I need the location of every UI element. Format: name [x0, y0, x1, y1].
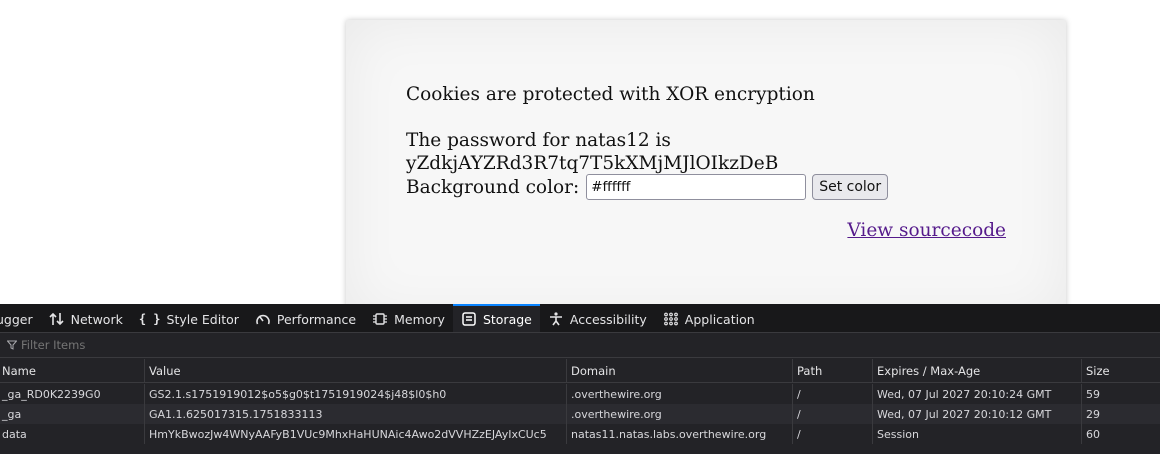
accessibility-person-icon — [549, 312, 562, 326]
filter-funnel-icon — [7, 340, 17, 350]
page-heading: Cookies are protected with XOR encryptio… — [406, 84, 815, 105]
tab-memory[interactable]: Memory — [364, 304, 453, 332]
memory-chip-icon — [373, 313, 388, 325]
tab-label: Application — [684, 311, 755, 327]
column-header-domain[interactable]: Domain — [567, 359, 793, 382]
bg-color-input[interactable] — [586, 174, 807, 200]
column-header-name[interactable]: Name — [0, 359, 145, 382]
tab-label: Memory — [394, 311, 445, 327]
web-page-viewport: Cookies are protected with XOR encryptio… — [0, 0, 1160, 304]
cell-expires: Session — [873, 424, 1082, 444]
table-row[interactable]: _ga GA1.1.625017315.1751833113 .overthew… — [0, 404, 1160, 424]
table-header-row: Name Value Domain Path Expires / Max-Age… — [0, 359, 1160, 383]
content-text: Cookies are protected with XOR encryptio… — [406, 83, 1006, 175]
cell-expires: Wed, 07 Jul 2027 20:10:12 GMT — [873, 404, 1082, 424]
tab-label: ugger — [0, 311, 33, 327]
cell-path: / — [793, 424, 873, 444]
filter-items-input[interactable] — [21, 338, 321, 352]
network-arrows-icon — [49, 312, 64, 326]
bg-color-label: Background color: — [406, 176, 580, 198]
cell-value: HmYkBwozJw4WNyAAFyB1VUc9MhxHaHUNAic4Awo2… — [145, 424, 567, 444]
cell-domain: natas11.natas.labs.overthewire.org — [567, 424, 793, 444]
tab-label: Storage — [482, 311, 532, 327]
set-color-button[interactable]: Set color — [812, 174, 889, 200]
table-row[interactable]: data HmYkBwozJw4WNyAAFyB1VUc9MhxHaHUNAic… — [0, 424, 1160, 444]
cookies-table: Name Value Domain Path Expires / Max-Age… — [0, 359, 1160, 444]
application-grid-icon — [663, 312, 678, 326]
password-label: The password for natas12 is — [406, 130, 671, 151]
tab-label: Style Editor — [166, 311, 239, 327]
cell-name: _ga_RD0K2239G0 — [0, 384, 145, 404]
column-header-expires[interactable]: Expires / Max-Age — [873, 359, 1082, 382]
style-editor-braces-icon: { } — [138, 312, 161, 326]
cell-size: 60 — [1086, 427, 1100, 441]
tab-label: Accessibility — [569, 311, 647, 327]
password-value: yZdkjAYZRd3R7tq7T5kXMjMJlOIkzDeB — [406, 153, 779, 174]
cell-name: _ga — [0, 404, 145, 424]
tab-storage[interactable]: Storage — [452, 304, 540, 332]
table-row[interactable]: _ga_RD0K2239G0 GS2.1.s1751919012$o5$g0$t… — [0, 384, 1160, 404]
bg-color-form: Background color: Set color — [406, 174, 889, 200]
tab-application[interactable]: Application — [655, 304, 763, 332]
cell-size: 29 — [1086, 407, 1100, 421]
tab-label: Performance — [276, 311, 357, 327]
devtools-tabbar: ugger Network { } Style Editor Performan… — [0, 304, 1160, 333]
tab-style-editor[interactable]: { } Style Editor — [131, 304, 247, 332]
tab-network[interactable]: Network — [41, 304, 131, 332]
cell-name: data — [0, 424, 145, 444]
column-header-size[interactable]: Size — [1082, 359, 1160, 382]
cell-domain: .overthewire.org — [567, 404, 793, 424]
tab-accessibility[interactable]: Accessibility — [540, 304, 655, 332]
table-body: _ga_RD0K2239G0 GS2.1.s1751919012$o5$g0$t… — [0, 383, 1160, 444]
view-sourcecode-link[interactable]: View sourcecode — [847, 220, 1006, 241]
cell-path: / — [793, 404, 873, 424]
tab-debugger[interactable]: ugger — [0, 304, 41, 332]
cell-path: / — [793, 384, 873, 404]
performance-gauge-icon — [256, 314, 270, 325]
cell-value: GS2.1.s1751919012$o5$g0$t1751919024$j48$… — [145, 384, 567, 404]
column-header-value[interactable]: Value — [145, 359, 567, 382]
storage-icon — [462, 312, 476, 326]
column-header-path[interactable]: Path — [793, 359, 873, 382]
devtools-panel: ugger Network { } Style Editor Performan… — [0, 304, 1160, 454]
cell-size: 59 — [1086, 387, 1100, 401]
cell-expires: Wed, 07 Jul 2027 20:10:24 GMT — [873, 384, 1082, 404]
filter-bar — [0, 333, 1160, 358]
tab-performance[interactable]: Performance — [247, 304, 364, 332]
tab-label: Network — [70, 311, 123, 327]
cell-domain: .overthewire.org — [567, 384, 793, 404]
cell-value: GA1.1.625017315.1751833113 — [145, 404, 567, 424]
content-card: Cookies are protected with XOR encryptio… — [346, 20, 1066, 304]
